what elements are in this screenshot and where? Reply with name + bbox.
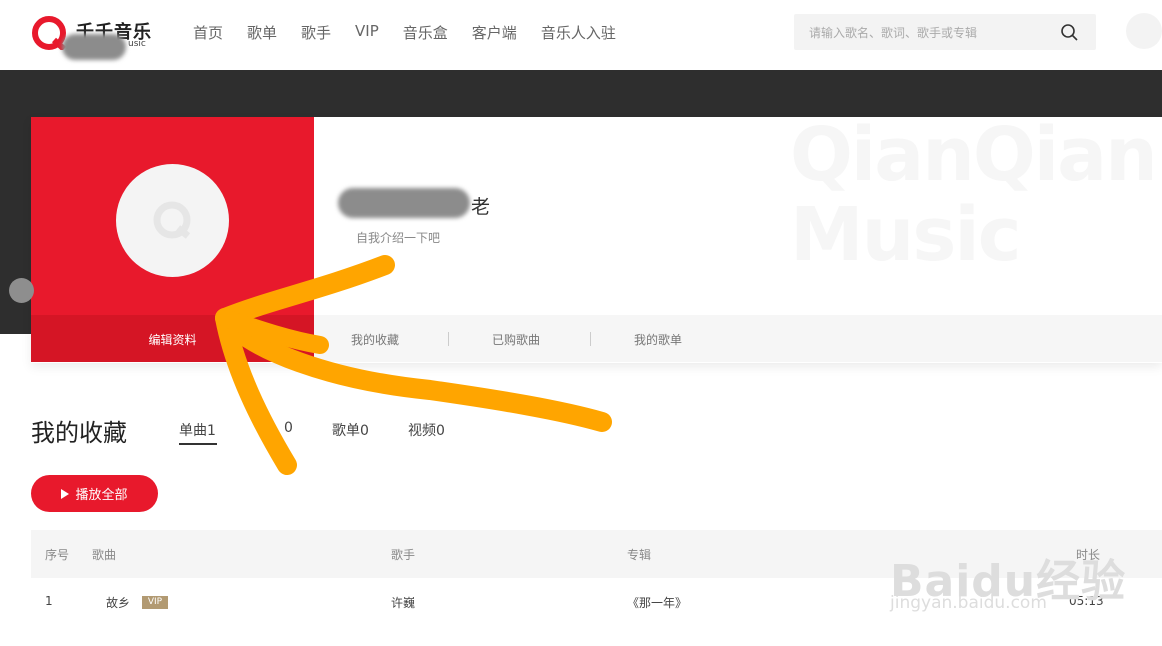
tab-purchased-songs[interactable]: 已购歌曲: [492, 331, 540, 348]
profile-bio[interactable]: 自我介绍一下吧: [356, 229, 440, 246]
background-watermark: QianQian Music: [790, 112, 1158, 278]
carousel-dot[interactable]: [9, 278, 34, 303]
row-album[interactable]: 《那一年》: [627, 594, 687, 611]
profile-tabs: [314, 315, 1162, 362]
favorites-title: 我的收藏: [31, 419, 127, 447]
subtab-active-indicator: [179, 443, 217, 445]
redacted-username: [338, 188, 470, 218]
col-song: 歌曲: [92, 548, 117, 562]
tab-divider: [590, 332, 591, 346]
nav-vip[interactable]: VIP: [355, 22, 379, 43]
tab-divider: [448, 332, 449, 346]
user-avatar[interactable]: [1126, 13, 1162, 49]
col-artist: 歌手: [391, 548, 416, 562]
main-nav: 首页 歌单 歌手 VIP 音乐盒 客户端 音乐人入驻: [193, 22, 640, 43]
avatar-placeholder-icon: [153, 201, 191, 239]
nav-music-box[interactable]: 音乐盒: [403, 22, 448, 43]
subtab-albums[interactable]: 0: [284, 420, 293, 436]
row-song[interactable]: 故乡: [106, 594, 130, 611]
profile-avatar[interactable]: [116, 164, 229, 277]
username-suffix: 老: [471, 196, 491, 218]
site-logo[interactable]: 千千音乐 usic: [32, 14, 152, 60]
redacted-blur: [62, 34, 126, 60]
baidu-watermark-domain: jingyan.baidu.com: [890, 593, 1047, 613]
nav-playlists[interactable]: 歌单: [247, 22, 277, 43]
edit-profile-button[interactable]: 编辑资料: [31, 331, 314, 348]
play-all-label: 播放全部: [75, 488, 128, 503]
nav-home[interactable]: 首页: [193, 22, 223, 43]
play-all-button[interactable]: 播放全部: [31, 475, 158, 512]
nav-artists[interactable]: 歌手: [301, 22, 331, 43]
top-header: 千千音乐 usic 首页 歌单 歌手 VIP 音乐盒 客户端 音乐人入驻 请输入…: [0, 0, 1162, 70]
play-icon: [61, 488, 70, 499]
col-index: 序号: [45, 548, 70, 562]
row-index: 1: [45, 594, 53, 608]
col-album: 专辑: [627, 548, 652, 562]
nav-musician-join[interactable]: 音乐人入驻: [541, 22, 616, 43]
logo-subtext: usic: [128, 39, 146, 49]
tab-my-favorites[interactable]: 我的收藏: [351, 331, 399, 348]
vip-badge: VIP: [142, 596, 168, 609]
search-icon[interactable]: [1060, 23, 1078, 41]
subtab-playlists[interactable]: 歌单0: [332, 420, 369, 440]
search-input[interactable]: 请输入歌名、歌词、歌手或专辑: [809, 24, 977, 41]
nav-client[interactable]: 客户端: [472, 22, 517, 43]
subtab-songs[interactable]: 单曲1: [179, 420, 216, 440]
tab-my-playlists[interactable]: 我的歌单: [634, 331, 682, 348]
row-artist[interactable]: 许巍: [391, 594, 415, 611]
search-box[interactable]: 请输入歌名、歌词、歌手或专辑: [794, 14, 1096, 50]
subtab-videos[interactable]: 视频0: [408, 420, 445, 440]
